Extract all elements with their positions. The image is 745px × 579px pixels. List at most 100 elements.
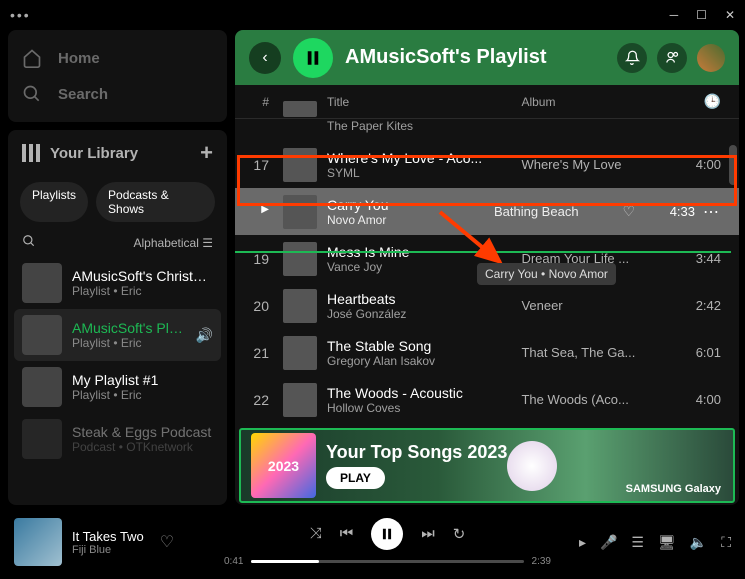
track-duration: 4:00 xyxy=(671,392,721,407)
library-item-title: My Playlist #1 xyxy=(72,372,213,388)
track-duration: 2:42 xyxy=(671,298,721,313)
nav-card: Home Search xyxy=(8,30,227,122)
library-item-subtitle: Playlist • Eric xyxy=(72,284,213,298)
minimize-button[interactable]: ─ xyxy=(670,8,679,22)
shuffle-button[interactable]: ⤨ xyxy=(310,525,322,542)
track-row[interactable]: 20 Heartbeats José González Veneer 2:42 xyxy=(235,282,739,329)
track-artist: Gregory Alan Isakov xyxy=(327,354,521,368)
nav-home[interactable]: Home xyxy=(22,40,213,76)
player-right-controls: ▸ 🎤 ☰ 🖥 🔈 ⛶ xyxy=(551,534,731,551)
library-item-artwork xyxy=(22,263,62,303)
library-card: Your Library + Playlists Podcasts & Show… xyxy=(8,130,227,505)
library-search-button[interactable] xyxy=(22,234,36,251)
library-item-title: Steak & Eggs Podcast xyxy=(72,424,213,440)
track-artwork xyxy=(283,242,317,276)
library-item-title: AMusicSoft's Play... xyxy=(72,320,186,336)
maximize-button[interactable]: ☐ xyxy=(696,8,707,22)
volume-button[interactable]: 🔈 xyxy=(690,534,707,551)
track-artwork xyxy=(283,383,317,417)
track-number: 18 xyxy=(253,204,283,220)
clock-icon: 🕒 xyxy=(704,93,721,109)
main-pane: ‹ AMusicSoft's Playlist # Title Album 🕒 xyxy=(235,30,739,505)
track-artist: The Paper Kites xyxy=(327,119,521,133)
now-playing-view-button[interactable]: ▸ xyxy=(579,534,586,551)
track-duration: 3:44 xyxy=(671,251,721,266)
nav-search-label: Search xyxy=(58,86,108,103)
search-icon xyxy=(22,84,42,104)
play-playlist-button[interactable] xyxy=(293,38,333,78)
friends-button[interactable] xyxy=(657,43,687,73)
track-artwork xyxy=(283,195,317,229)
col-title: Title xyxy=(327,95,521,109)
track-row[interactable]: 22 The Woods - Acoustic Hollow Coves The… xyxy=(235,376,739,423)
close-button[interactable]: ✕ xyxy=(725,8,735,22)
track-number: 20 xyxy=(253,298,283,314)
library-item[interactable]: Steak & Eggs Podcast Podcast • OTKnetwor… xyxy=(14,413,221,465)
now-playing-title[interactable]: It Takes Two xyxy=(72,529,144,544)
scrollbar[interactable] xyxy=(729,145,737,185)
library-item-artwork xyxy=(22,367,62,407)
nav-search[interactable]: Search xyxy=(22,76,213,112)
back-button[interactable]: ‹ xyxy=(249,42,281,74)
library-add-button[interactable]: + xyxy=(200,140,213,166)
chip-playlists[interactable]: Playlists xyxy=(20,182,88,222)
time-total: 2:39 xyxy=(532,556,551,567)
track-duration: 4:33 xyxy=(645,204,695,219)
notifications-button[interactable] xyxy=(617,43,647,73)
play-pause-button[interactable] xyxy=(371,518,403,550)
track-row-truncated[interactable]: The Paper Kites xyxy=(235,119,739,141)
previous-button[interactable]: ⏮ xyxy=(340,525,354,542)
next-button[interactable]: ⏭ xyxy=(421,525,435,542)
lyrics-button[interactable]: 🎤 xyxy=(600,534,617,551)
now-playing: It Takes Two Fiji Blue ♡ xyxy=(14,518,224,566)
library-item[interactable]: My Playlist #1 Playlist • Eric xyxy=(14,361,221,413)
progress-bar[interactable]: 0:41 2:39 xyxy=(224,556,551,567)
now-playing-artwork[interactable] xyxy=(14,518,62,566)
time-current: 0:41 xyxy=(224,556,243,567)
track-album: The Woods (Aco... xyxy=(521,392,671,407)
repeat-button[interactable]: ↻ xyxy=(453,525,466,543)
track-row[interactable]: 21 The Stable Song Gregory Alan Isakov T… xyxy=(235,329,739,376)
library-title: Your Library xyxy=(50,145,138,162)
ad-banner[interactable]: 2023 Your Top Songs 2023 PLAY SAMSUNG Ga… xyxy=(239,428,735,503)
now-playing-artist[interactable]: Fiji Blue xyxy=(72,544,144,556)
library-item[interactable]: AMusicSoft's Play... Playlist • Eric 🔊 xyxy=(14,309,221,361)
menu-dots-icon[interactable]: ••• xyxy=(10,7,31,23)
user-avatar[interactable] xyxy=(697,44,725,72)
progress-fill xyxy=(251,560,319,563)
col-album: Album xyxy=(521,95,671,109)
player-controls: ⤨ ⏮ ⏭ ↻ 0:41 2:39 xyxy=(224,518,551,567)
track-album: Veneer xyxy=(521,298,671,313)
window-buttons: ─ ☐ ✕ xyxy=(670,8,735,22)
track-album: That Sea, The Ga... xyxy=(521,345,671,360)
track-duration: 4:00 xyxy=(671,157,721,172)
track-album: Where's My Love xyxy=(521,157,671,172)
fullscreen-button[interactable]: ⛶ xyxy=(721,534,731,551)
track-title: Where's My Love - Aco... xyxy=(327,150,521,166)
track-more-button[interactable]: ⋯ xyxy=(703,202,721,222)
track-like-button[interactable]: ♡ xyxy=(622,203,635,220)
banner-product-image xyxy=(507,441,557,491)
like-button[interactable]: ♡ xyxy=(160,532,174,552)
library-item[interactable]: AMusicSoft's Christmas... Playlist • Eri… xyxy=(14,257,221,309)
devices-button[interactable]: 🖥 xyxy=(658,534,676,551)
track-duration: 6:01 xyxy=(671,345,721,360)
track-artist: José González xyxy=(327,307,521,321)
library-item-subtitle: Playlist • Eric xyxy=(72,336,186,350)
track-row[interactable]: 17 Where's My Love - Aco... SYML Where's… xyxy=(235,141,739,188)
pause-icon xyxy=(304,49,322,67)
chip-podcasts[interactable]: Podcasts & Shows xyxy=(96,182,215,222)
sidebar: Home Search Your Library + Playlists Pod… xyxy=(0,30,235,505)
library-sort-button[interactable]: Alphabetical ☰ xyxy=(134,236,213,250)
playing-indicator-icon: 🔊 xyxy=(196,327,213,344)
library-item-subtitle: Podcast • OTKnetwork xyxy=(72,440,213,454)
banner-play-button[interactable]: PLAY xyxy=(326,467,385,489)
pause-icon xyxy=(380,527,394,541)
library-icon[interactable] xyxy=(22,144,40,162)
drag-tooltip: Carry You • Novo Amor xyxy=(477,263,616,285)
library-filter-chips: Playlists Podcasts & Shows xyxy=(8,176,227,228)
people-icon xyxy=(665,50,680,65)
library-item-artwork xyxy=(22,419,62,459)
library-item-title: AMusicSoft's Christmas... xyxy=(72,268,213,284)
queue-button[interactable]: ☰ xyxy=(631,534,644,551)
